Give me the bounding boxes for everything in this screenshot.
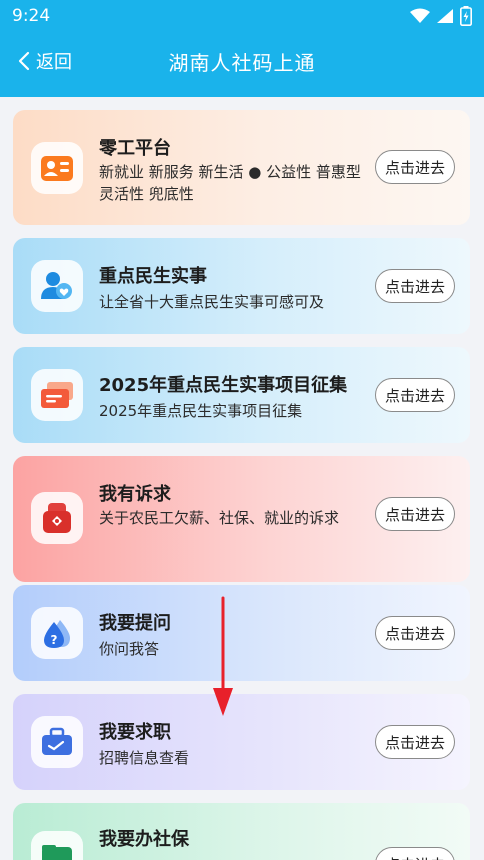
card-title: 零工平台: [99, 138, 171, 159]
card-title: 2025年重点民生实事项目征集: [99, 375, 348, 396]
card-appeal[interactable]: 我有诉求 关于农民工欠薪、社保、就业的诉求 点击进去: [13, 456, 470, 582]
enter-button[interactable]: 点击进去: [375, 725, 455, 759]
nav-bar: 返回 湖南人社码上通: [0, 32, 484, 90]
mailbox-icon: [43, 503, 71, 533]
page-title: 湖南人社码上通: [168, 51, 316, 75]
wifi-icon: [410, 8, 430, 23]
card-icon-box: ?: [31, 607, 83, 659]
card-ask-question[interactable]: ? 我要提问 你问我答 点击进去: [13, 585, 470, 681]
card-icon-box: [31, 831, 83, 860]
card-icon-box: [31, 716, 83, 768]
signal-icon: [437, 9, 453, 23]
card-desc: 2025年重点民生实事项目征集: [99, 402, 303, 420]
card-job-seeking[interactable]: 我要求职 招聘信息查看 点击进去: [13, 694, 470, 790]
svg-text:?: ?: [51, 633, 58, 647]
battery-icon: [460, 6, 472, 26]
enter-button[interactable]: 点击进去: [375, 378, 455, 412]
app-header: 9:24 返回 湖南人社码上通: [0, 0, 484, 97]
question-drop-icon: ?: [44, 620, 70, 648]
card-desc: 关于农民工欠薪、社保、就业的诉求: [99, 509, 340, 527]
card-project-collection[interactable]: 2025年重点民生实事项目征集 2025年重点民生实事项目征集 点击进去: [13, 347, 470, 443]
card-title: 我要办社保: [99, 829, 189, 850]
red-arrow-annotation: [213, 596, 233, 716]
id-card-icon: [41, 156, 73, 181]
enter-button[interactable]: 点击进去: [375, 269, 455, 303]
card-icon-box: [31, 260, 83, 312]
card-desc: 让全省十大重点民生实事可感可及: [99, 293, 325, 311]
card-icon-box: [31, 369, 83, 421]
card-icon-box: [31, 492, 83, 544]
card-gig-platform[interactable]: 零工平台 新就业 新服务 新生活 ● 公益性 普惠型 灵活性 兜底性 点击进去: [13, 110, 470, 225]
people-heart-icon: [41, 272, 72, 299]
card-icon-box: [31, 142, 83, 194]
status-time: 9:24: [12, 6, 51, 26]
briefcase-icon: [42, 727, 72, 755]
enter-button[interactable]: 点击进去: [375, 616, 455, 650]
enter-button[interactable]: 点击进去: [375, 150, 455, 184]
card-title: 我有诉求: [99, 484, 171, 505]
card-desc: 招聘信息查看: [99, 749, 190, 767]
card-title: 重点民生实事: [99, 266, 207, 287]
cards-icon: [41, 382, 73, 408]
status-icons: [410, 6, 472, 26]
card-livelihood[interactable]: 重点民生实事 让全省十大重点民生实事可感可及 点击进去: [13, 238, 470, 334]
enter-button[interactable]: 点击进去: [375, 847, 455, 860]
card-title: 我要提问: [99, 613, 171, 634]
card-title: 我要求职: [99, 722, 171, 743]
enter-button[interactable]: 点击进去: [375, 497, 455, 531]
card-desc: 新就业 新服务 新生活 ● 公益性 普惠型 灵活性 兜底性: [99, 163, 361, 203]
status-bar: 9:24: [0, 0, 484, 32]
card-social-security[interactable]: 我要办社保 点击进去: [13, 803, 470, 860]
folder-icon: [42, 845, 72, 860]
card-desc: 你问我答: [99, 640, 160, 658]
